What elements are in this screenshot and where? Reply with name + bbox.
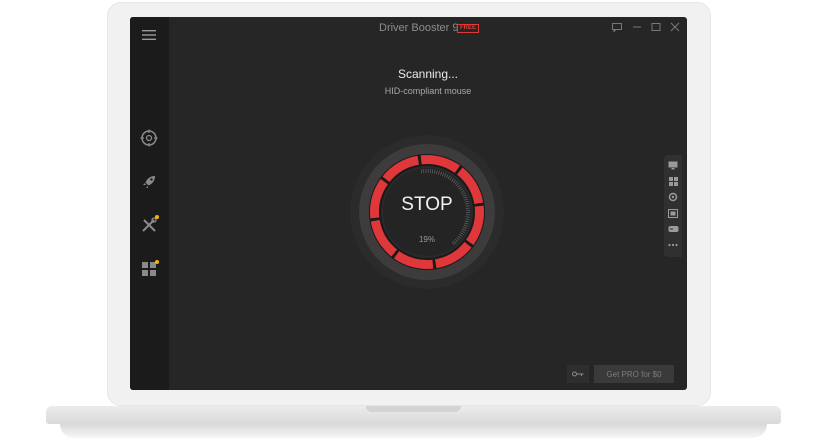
maximize-icon[interactable] [650, 21, 662, 33]
title-bar: Driver Booster 9 FREE [169, 17, 687, 39]
notification-dot [155, 260, 159, 264]
app-window: Driver Booster 9 FREE Scanning... HID-co… [130, 17, 687, 390]
progress-percent: 19% [418, 235, 435, 244]
device-icon[interactable] [667, 207, 679, 219]
rocket-icon[interactable] [138, 171, 160, 193]
scan-current-item: HID-compliant mouse [384, 86, 472, 96]
laptop-base-shadow [60, 424, 767, 438]
stop-button[interactable]: STOP [387, 194, 467, 216]
close-icon[interactable] [669, 21, 681, 33]
scan-target-icon[interactable] [138, 127, 160, 149]
feedback-icon[interactable] [611, 21, 623, 33]
windows-icon[interactable] [667, 175, 679, 187]
menu-icon[interactable] [138, 24, 160, 46]
key-icon [572, 371, 584, 377]
sidebar [130, 17, 169, 390]
get-pro-button[interactable]: Get PRO for $0 [594, 365, 674, 383]
minimize-icon[interactable] [631, 21, 643, 33]
gamepad-icon[interactable] [667, 223, 679, 235]
scan-status: Scanning... [397, 67, 459, 81]
more-icon[interactable] [667, 239, 679, 251]
right-tool-panel [664, 155, 682, 257]
laptop-notch [366, 406, 461, 412]
apps-grid-icon[interactable] [138, 258, 160, 280]
tools-icon[interactable] [138, 214, 160, 236]
activate-key-button[interactable] [567, 365, 589, 383]
free-badge: FREE [457, 24, 480, 33]
gear-chip-icon[interactable] [667, 191, 679, 203]
monitor-icon[interactable] [667, 159, 679, 171]
notification-dot [155, 215, 159, 219]
app-title: Driver Booster 9 [379, 22, 459, 34]
